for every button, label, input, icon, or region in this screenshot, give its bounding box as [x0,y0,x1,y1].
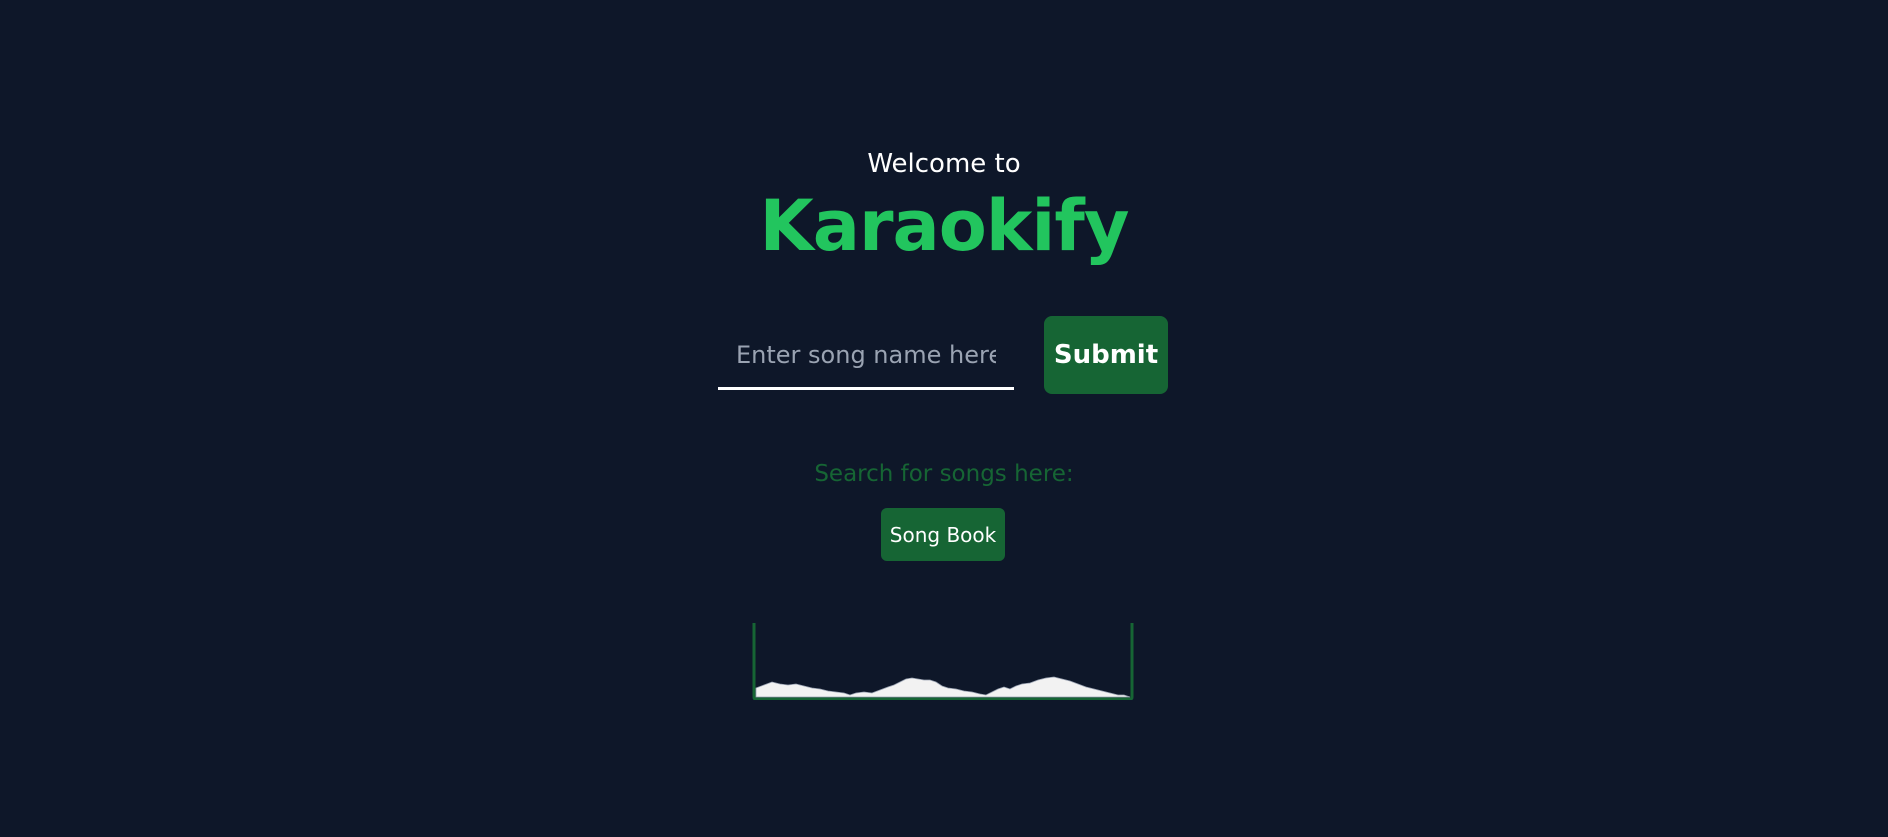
song-search-prompt: Search for songs here: [814,461,1074,487]
page: Welcome to Karaokify Submit Search for s… [0,0,1888,837]
audio-waveform-visualizer [752,623,1134,700]
song-name-input[interactable] [718,322,1014,390]
song-book-button[interactable]: Song Book [881,508,1005,561]
submit-button[interactable]: Submit [1044,316,1168,394]
waveform-shape [755,676,1131,698]
welcome-text: Welcome to [867,149,1021,179]
brand-title: Karaokify [759,185,1130,267]
